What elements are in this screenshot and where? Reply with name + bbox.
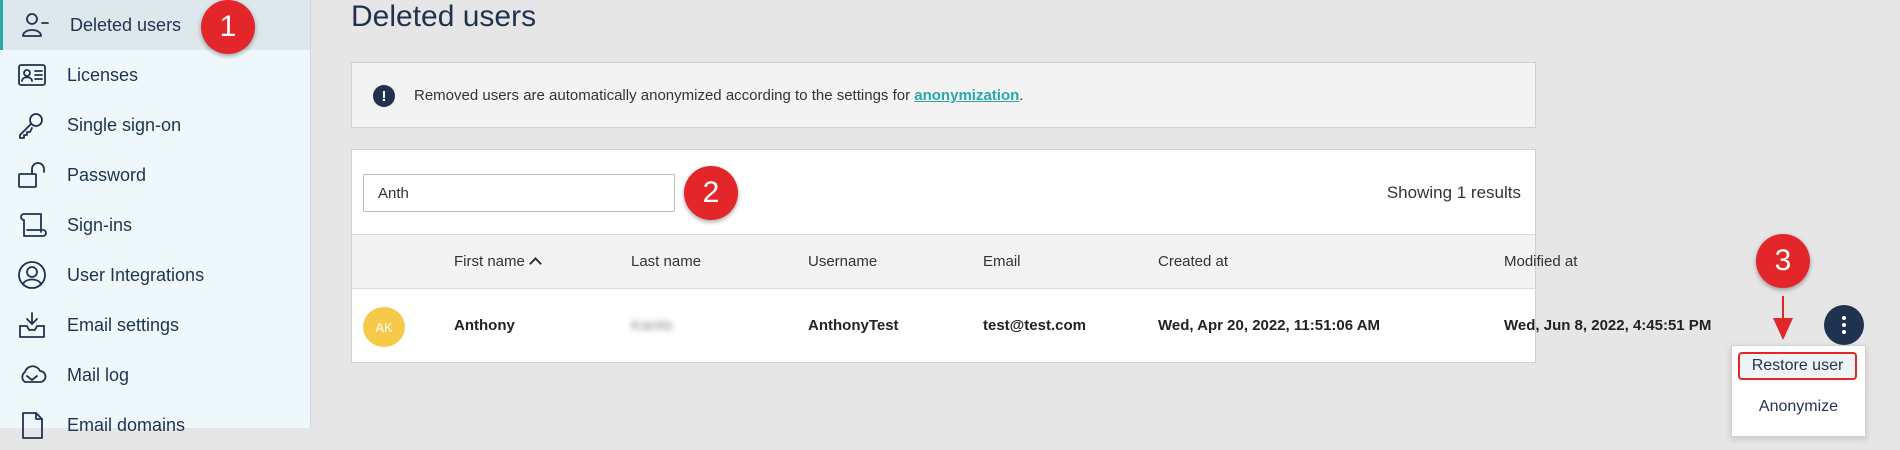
sidebar-item-label: Email domains — [67, 414, 186, 435]
column-modified-at[interactable]: Modified at — [1504, 253, 1577, 270]
search-input[interactable] — [363, 174, 675, 212]
sidebar-item-single-sign-on[interactable]: Single sign-on — [0, 100, 310, 150]
row-actions-menu: Restore user Anonymize — [1731, 345, 1866, 437]
unlock-icon — [16, 159, 48, 191]
anonymize-menu-item[interactable]: Anonymize — [1732, 390, 1865, 424]
info-suffix: . — [1019, 87, 1024, 104]
column-created-at[interactable]: Created at — [1158, 253, 1228, 270]
arrow-down-icon — [1773, 318, 1793, 340]
column-last-name[interactable]: Last name — [631, 253, 701, 270]
avatar: AK — [363, 307, 405, 347]
sidebar-item-label: Single sign-on — [67, 114, 182, 135]
sidebar-item-mail-log[interactable]: Mail log — [0, 350, 310, 400]
key-icon — [16, 109, 48, 141]
sidebar-item-sign-ins[interactable]: Sign-ins — [0, 200, 310, 250]
id-card-icon — [16, 59, 48, 91]
info-message: Removed users are automatically anonymiz… — [414, 87, 915, 104]
cloud-mail-icon — [16, 359, 48, 391]
sidebar: Deleted users Licenses Single sign-on Pa… — [0, 0, 311, 439]
table-row[interactable]: AK Anthony Kanits AnthonyTest test@test.… — [352, 289, 1711, 362]
sidebar-item-label: Password — [67, 164, 147, 185]
callout-2: 2 — [684, 166, 738, 220]
sidebar-item-label: User Integrations — [67, 264, 205, 285]
sort-ascending-icon — [528, 257, 542, 270]
sidebar-item-label: Sign-ins — [67, 214, 133, 235]
sidebar-item-label: Email settings — [67, 314, 180, 335]
column-username[interactable]: Username — [808, 253, 877, 270]
page-title: Deleted users — [351, 0, 537, 33]
cell-first-name: Anthony — [454, 317, 515, 334]
users-table-card: Showing 1 results First name Last name U… — [351, 149, 1711, 363]
info-text: Removed users are automatically anonymiz… — [414, 87, 1023, 104]
sidebar-item-password[interactable]: Password — [0, 150, 310, 200]
cell-username: AnthonyTest — [808, 317, 899, 334]
kebab-icon — [1842, 316, 1846, 320]
info-banner: ! Removed users are automatically anonym… — [351, 62, 1536, 128]
more-actions-button[interactable] — [1824, 305, 1864, 345]
results-count: Showing 1 results — [1386, 183, 1521, 202]
scroll-icon — [16, 209, 48, 241]
sidebar-item-label: Licenses — [67, 64, 139, 85]
table-header: First name Last name Username Email Crea… — [352, 234, 1577, 289]
document-icon — [16, 409, 48, 441]
cell-modified-at: Wed, Jun 8, 2022, 4:45:51 PM — [1504, 317, 1712, 334]
anonymization-link[interactable]: anonymization — [914, 87, 1019, 104]
restore-user-menu-item[interactable]: Restore user — [1738, 352, 1857, 380]
sidebar-item-deleted-users[interactable]: Deleted users — [0, 0, 310, 50]
user-circle-icon — [16, 259, 48, 291]
inbox-download-icon — [16, 309, 48, 341]
sidebar-item-email-settings[interactable]: Email settings — [0, 300, 310, 350]
sidebar-item-label: Mail log — [67, 364, 130, 385]
callout-3: 3 — [1756, 234, 1810, 288]
column-first-name[interactable]: First name — [454, 253, 542, 270]
callout-1: 1 — [201, 0, 255, 54]
cell-last-name: Kanits — [631, 317, 673, 334]
sidebar-item-email-domains[interactable]: Email domains — [0, 400, 310, 450]
column-email[interactable]: Email — [983, 253, 1021, 270]
column-label: First name — [454, 253, 525, 270]
cell-email: test@test.com — [983, 317, 1086, 334]
exclamation-icon: ! — [373, 85, 395, 107]
sidebar-item-label: Deleted users — [70, 14, 182, 35]
sidebar-item-licenses[interactable]: Licenses — [0, 50, 310, 100]
user-minus-icon — [19, 9, 51, 41]
cell-created-at: Wed, Apr 20, 2022, 11:51:06 AM — [1158, 317, 1381, 334]
sidebar-item-user-integrations[interactable]: User Integrations — [0, 250, 310, 300]
